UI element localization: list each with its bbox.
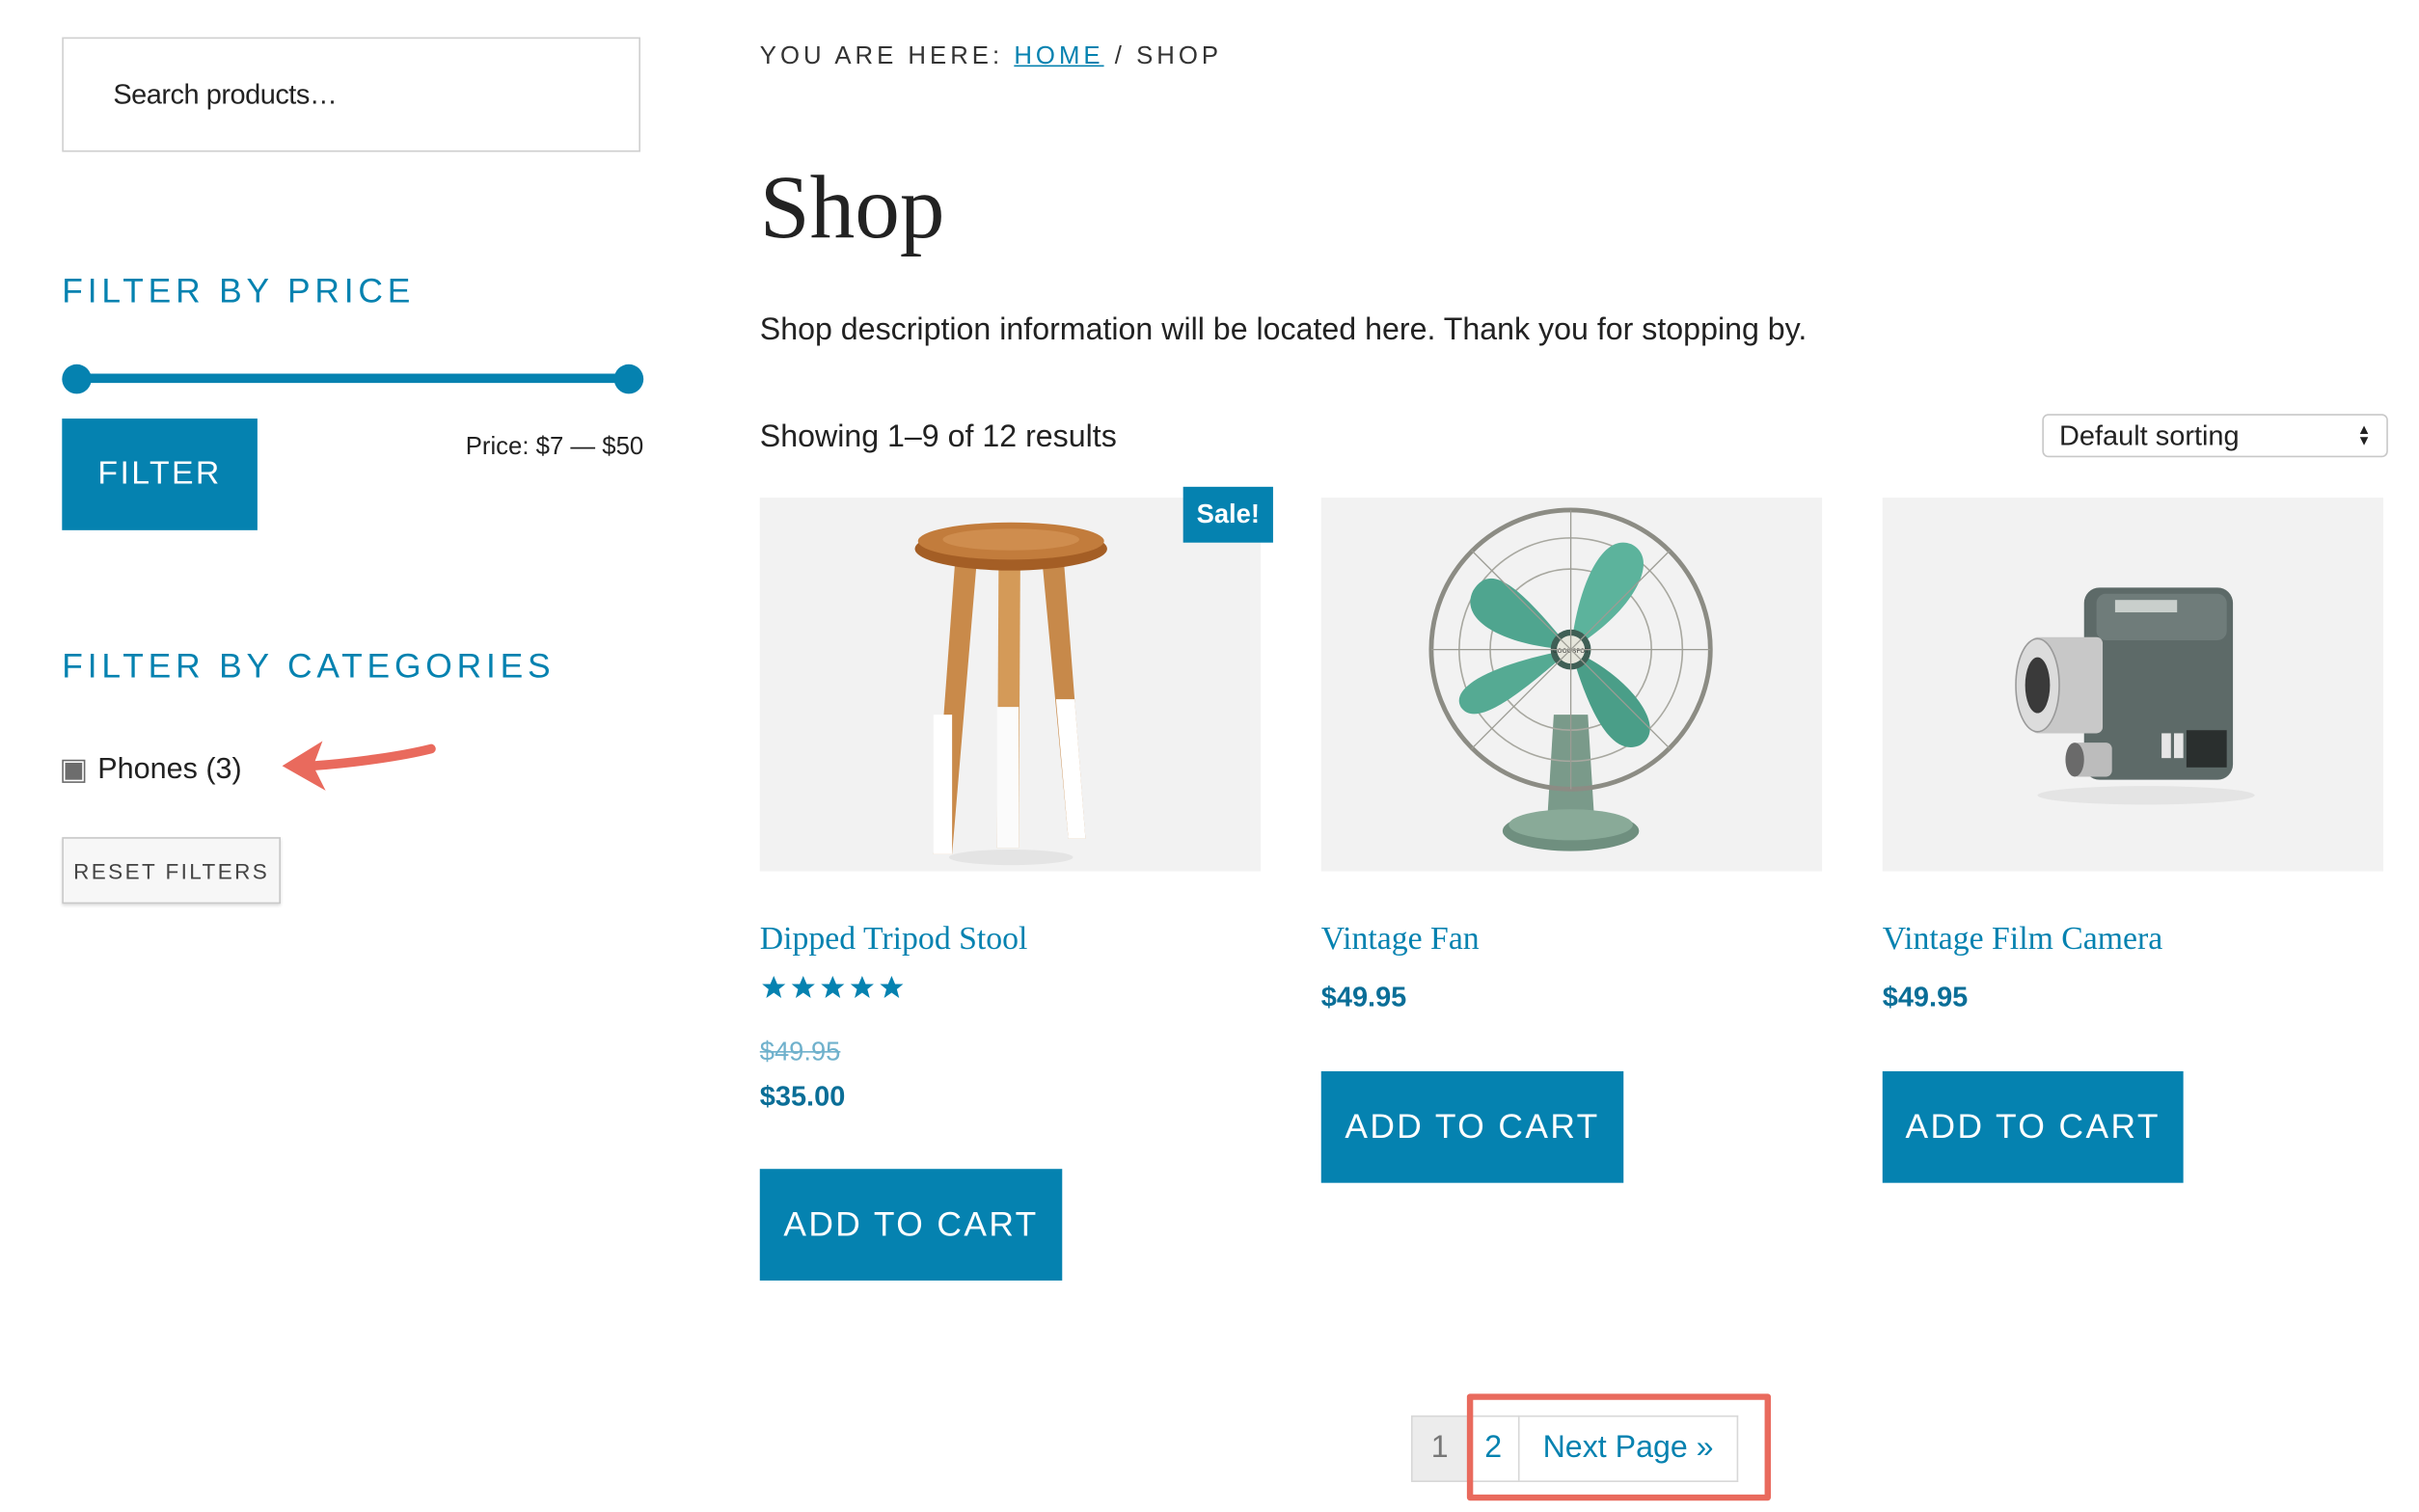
product-title-link[interactable]: Vintage Film Camera bbox=[1883, 919, 2163, 958]
shop-page: FILTER BY PRICE FILTER Price: $7 — $50 F… bbox=[0, 0, 2419, 1512]
star-icon bbox=[791, 976, 815, 998]
search-field[interactable] bbox=[62, 37, 640, 152]
price-slider-min-handle[interactable] bbox=[62, 364, 92, 394]
product-title-link[interactable]: Vintage Fan bbox=[1321, 919, 1480, 958]
sort-selected-value: Default sorting bbox=[2059, 418, 2240, 451]
product-card: Vintage Film Camera $49.95 ADD TO CART bbox=[1882, 498, 2384, 1183]
shop-description: Shop description information will be loc… bbox=[759, 312, 1807, 348]
category-label[interactable]: Phones (3) bbox=[97, 753, 241, 787]
select-arrows-icon: ▲ ▼ bbox=[2356, 421, 2372, 448]
category-filter-phones[interactable]: Phones (3) bbox=[62, 753, 242, 787]
result-count: Showing 1–9 of 12 results bbox=[759, 419, 1117, 455]
product-price: $49.95 bbox=[1320, 981, 1407, 1012]
star-rating bbox=[760, 974, 906, 1002]
product-image-fan[interactable]: COOL SPOT bbox=[1320, 498, 1823, 872]
filter-by-price-title: FILTER BY PRICE bbox=[62, 271, 416, 310]
filter-by-categories-title: FILTER BY CATEGORIES bbox=[62, 646, 556, 686]
product-card: Dipped Tripod Stool $49.95 $35.00 ADD TO… bbox=[759, 498, 1262, 1281]
price-slider-max-handle[interactable] bbox=[613, 364, 644, 394]
old-price: $49.95 bbox=[759, 1037, 841, 1067]
page-1-current: 1 bbox=[1411, 1415, 1469, 1482]
sale-badge: Sale! bbox=[1182, 486, 1273, 543]
star-icon bbox=[821, 976, 845, 998]
annotation-arrow-icon bbox=[282, 741, 436, 791]
reset-filters-button[interactable]: RESET FILTERS bbox=[62, 837, 281, 904]
product-image-camera[interactable] bbox=[1882, 498, 2384, 872]
checkbox-fill bbox=[65, 762, 83, 779]
fan-icon: COOL SPOT bbox=[1320, 498, 1823, 872]
star-icon bbox=[850, 976, 874, 998]
price-slider-track[interactable] bbox=[74, 373, 629, 384]
camera-icon bbox=[1882, 498, 2384, 872]
category-checkbox[interactable] bbox=[62, 758, 86, 783]
star-icon bbox=[880, 976, 904, 998]
product-price: $35.00 bbox=[759, 1080, 846, 1112]
stool-icon bbox=[759, 498, 1262, 872]
search-input[interactable] bbox=[110, 76, 593, 113]
breadcrumb-separator: / bbox=[1114, 43, 1126, 70]
filter-button[interactable]: FILTER bbox=[62, 418, 258, 530]
annotation-highlight-box bbox=[1466, 1393, 1771, 1501]
add-to-cart-button[interactable]: ADD TO CART bbox=[1320, 1070, 1624, 1183]
add-to-cart-button[interactable]: ADD TO CART bbox=[1882, 1070, 2184, 1183]
price-range-label: Price: $7 — $50 bbox=[465, 434, 644, 461]
product-price: $49.95 bbox=[1882, 981, 1969, 1012]
star-icon bbox=[762, 976, 786, 998]
add-to-cart-button[interactable]: ADD TO CART bbox=[759, 1169, 1063, 1281]
product-card: COOL SPOT Vintage Fan $49.95 ADD TO CART bbox=[1320, 498, 1823, 1183]
page-title: Shop bbox=[759, 156, 945, 257]
sort-select[interactable]: Default sorting ▲ ▼ bbox=[2042, 414, 2388, 458]
breadcrumb: YOU ARE HERE: HOME / SHOP bbox=[760, 43, 1222, 71]
breadcrumb-prefix: YOU ARE HERE: bbox=[759, 43, 1004, 70]
product-image-stool[interactable] bbox=[759, 498, 1262, 872]
breadcrumb-home-link[interactable]: HOME bbox=[1014, 43, 1103, 69]
product-title-link[interactable]: Dipped Tripod Stool bbox=[760, 919, 1028, 958]
breadcrumb-current: SHOP bbox=[1136, 43, 1223, 70]
